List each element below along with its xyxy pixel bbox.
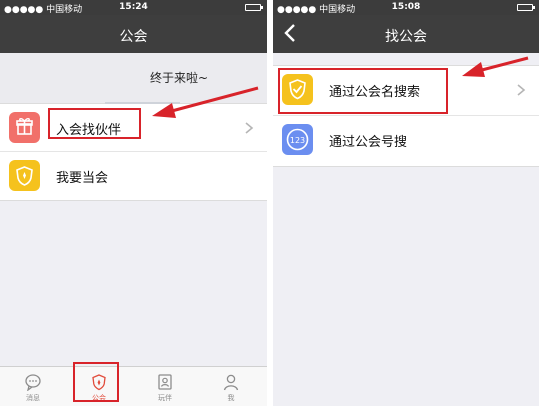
highlight-box xyxy=(48,108,141,139)
status-bar: ●●●●● 中国移动 15:08 xyxy=(273,0,539,15)
battery-icon xyxy=(517,4,535,11)
become-leader-row[interactable]: 我要当会 xyxy=(0,152,267,200)
tab-label: 我 xyxy=(227,394,235,402)
tab-label: 消息 xyxy=(26,394,40,402)
search-by-id-row[interactable]: 123 通过公会号搜 xyxy=(273,116,539,166)
highlight-box xyxy=(73,362,119,402)
tab-messages[interactable]: 消息 xyxy=(0,367,66,406)
search-by-id-label: 通过公会号搜 xyxy=(329,135,408,150)
tab-bar: 消息 公会 玩伴 我 xyxy=(0,366,267,406)
tab-playmates[interactable]: 玩伴 xyxy=(132,367,198,406)
banner-text: 终于来啦~ xyxy=(150,71,209,85)
become-leader-label: 我要当会 xyxy=(56,171,109,186)
page-title: 找公会 xyxy=(385,29,427,45)
person-icon xyxy=(223,374,239,391)
left-phone-screen: ●●●●● 中国移动 15:24 公会 终于来啦~ 入会找伙伴 我要当会 消息 … xyxy=(0,0,267,406)
chevron-right-icon xyxy=(517,84,526,96)
icon-badge-text: 123 xyxy=(290,136,305,145)
chevron-right-icon xyxy=(245,122,254,134)
welcome-banner: 终于来啦~ xyxy=(0,53,267,104)
nav-bar: 找公会 xyxy=(273,15,539,53)
clock: 15:24 xyxy=(119,2,148,12)
tab-label: 玩伴 xyxy=(158,394,172,402)
clock: 15:08 xyxy=(391,2,421,12)
page-title: 公会 xyxy=(119,29,148,45)
status-bar: ●●●●● 中国移动 15:24 xyxy=(0,0,267,15)
battery-icon xyxy=(245,4,263,11)
tab-me[interactable]: 我 xyxy=(198,367,264,406)
highlight-box xyxy=(278,68,448,114)
chat-bubble-icon xyxy=(25,374,41,391)
nav-bar: 公会 xyxy=(0,15,267,53)
shield-icon xyxy=(9,160,40,191)
number-123-icon: 123 xyxy=(282,124,313,155)
contact-card-icon xyxy=(158,374,172,390)
gift-icon xyxy=(9,112,40,143)
right-phone-screen: ●●●●● 中国移动 15:08 找公会 通过公会名搜索 123 通过公会号搜 xyxy=(273,0,539,406)
